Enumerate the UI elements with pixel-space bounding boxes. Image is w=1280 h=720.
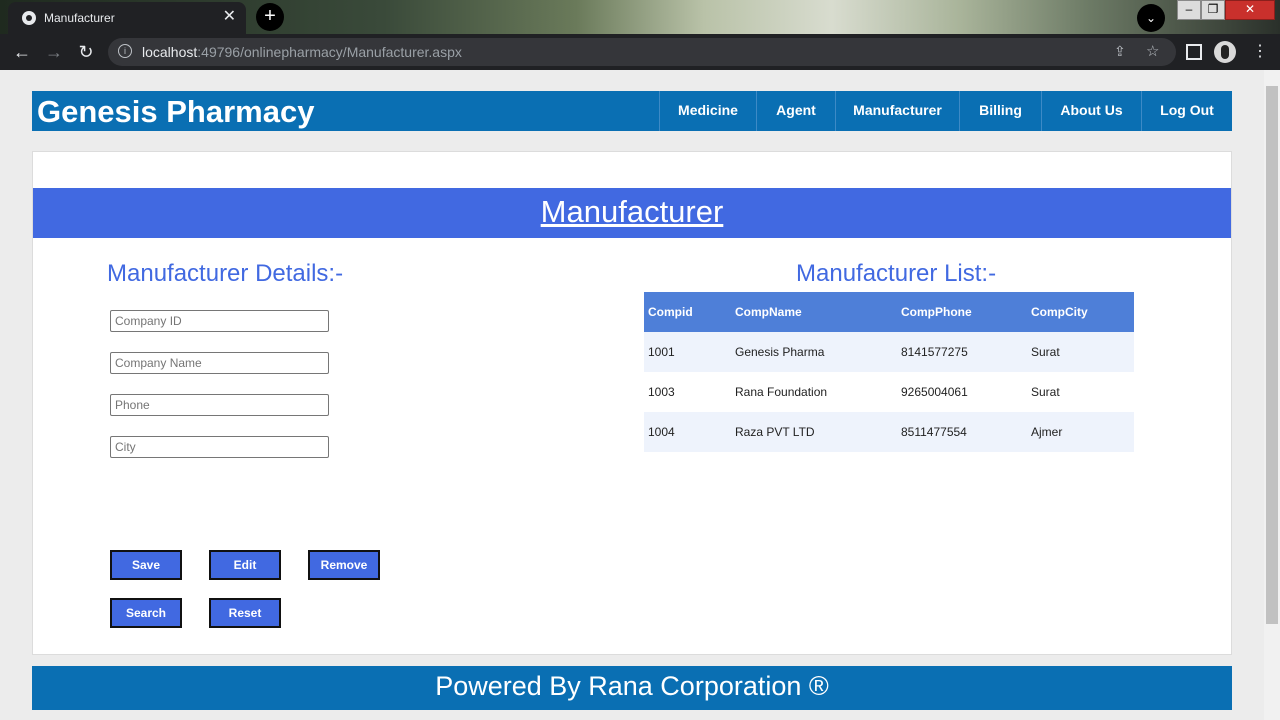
search-button[interactable]: Search: [110, 598, 182, 628]
nav-agent[interactable]: Agent: [756, 91, 835, 131]
nav-menu: Medicine Agent Manufacturer Billing Abou…: [659, 91, 1232, 131]
cell-compcity: Surat: [1027, 332, 1134, 372]
manufacturer-table: Compid CompName CompPhone CompCity 1001 …: [644, 292, 1134, 452]
nav-log-out[interactable]: Log Out: [1141, 91, 1232, 131]
cell-compname: Genesis Pharma: [731, 332, 897, 372]
back-button[interactable]: ←: [12, 42, 32, 62]
nav-manufacturer[interactable]: Manufacturer: [835, 91, 959, 131]
page-banner: Manufacturer: [33, 188, 1231, 238]
forward-button[interactable]: →: [44, 42, 64, 62]
details-title: Manufacturer Details:-: [107, 260, 344, 287]
bookmark-star-icon[interactable]: ☆: [1146, 42, 1159, 60]
browser-menu-button[interactable]: ⋮: [1252, 42, 1268, 62]
scrollbar-thumb[interactable]: [1266, 86, 1278, 624]
company-id-input[interactable]: [110, 310, 329, 332]
address-bar[interactable]: i localhost:49796/onlinepharmacy/Manufac…: [108, 38, 1176, 66]
reset-button[interactable]: Reset: [209, 598, 281, 628]
site-footer: Powered By Rana Corporation ®: [32, 666, 1232, 710]
new-tab-button[interactable]: +: [256, 3, 284, 31]
close-tab-icon[interactable]: ✕: [223, 8, 236, 26]
table-row[interactable]: 1004 Raza PVT LTD 8511477554 Ajmer: [644, 412, 1134, 452]
cell-compname: Raza PVT LTD: [731, 412, 897, 452]
window-close-button[interactable]: ✕: [1225, 0, 1275, 20]
main-card: Manufacturer Manufacturer Details:- Save…: [32, 151, 1232, 655]
browser-toolbar: ← → ↻ i localhost:49796/onlinepharmacy/M…: [0, 34, 1280, 70]
cell-compid: 1001: [644, 332, 731, 372]
minimize-button[interactable]: –: [1177, 0, 1201, 20]
nav-medicine[interactable]: Medicine: [659, 91, 756, 131]
globe-icon: [22, 11, 36, 25]
url-text: localhost:49796/onlinepharmacy/Manufactu…: [142, 44, 462, 60]
brand-title[interactable]: Genesis Pharmacy: [37, 94, 314, 130]
table-header-row: Compid CompName CompPhone CompCity: [644, 292, 1134, 332]
profile-avatar[interactable]: [1214, 41, 1236, 63]
header-compcity: CompCity: [1027, 292, 1134, 332]
cell-compcity: Surat: [1031, 385, 1060, 399]
cell-compphone: 9265004061: [901, 385, 968, 399]
header-compphone: CompPhone: [897, 292, 1027, 332]
nav-about-us[interactable]: About Us: [1041, 91, 1141, 131]
browser-tab-strip: Manufacturer ✕ + ⌄ – ❐ ✕: [0, 0, 1280, 34]
tab-search-button[interactable]: ⌄: [1137, 4, 1165, 32]
table-row[interactable]: 1003 Rana Foundation 9265004061 Surat: [644, 372, 1134, 412]
tab-title: Manufacturer: [44, 11, 115, 25]
phone-input[interactable]: [110, 394, 329, 416]
cell-compname: Rana Foundation: [735, 385, 828, 399]
company-name-input[interactable]: [110, 352, 329, 374]
cell-compid: 1003: [648, 385, 675, 399]
cell-compcity: Ajmer: [1027, 412, 1134, 452]
header-compname: CompName: [731, 292, 897, 332]
remove-button[interactable]: Remove: [308, 550, 380, 580]
cell-compphone: 8141577275: [897, 332, 1027, 372]
list-title: Manufacturer List:-: [796, 260, 997, 287]
browser-tab[interactable]: Manufacturer ✕: [8, 2, 246, 34]
page-scrollbar[interactable]: [1264, 70, 1280, 720]
save-button[interactable]: Save: [110, 550, 182, 580]
header-compid: Compid: [644, 292, 731, 332]
table-row[interactable]: 1001 Genesis Pharma 8141577275 Surat: [644, 332, 1134, 372]
cell-compphone: 8511477554: [897, 412, 1027, 452]
info-icon[interactable]: i: [118, 44, 132, 58]
cell-compid: 1004: [644, 412, 731, 452]
nav-billing[interactable]: Billing: [959, 91, 1041, 131]
edit-button[interactable]: Edit: [209, 550, 281, 580]
share-icon[interactable]: ⇪: [1114, 43, 1126, 60]
page-title: Manufacturer: [540, 194, 724, 229]
maximize-button[interactable]: ❐: [1201, 0, 1225, 20]
site-navbar: Genesis Pharmacy Medicine Agent Manufact…: [32, 91, 1232, 131]
city-input[interactable]: [110, 436, 329, 458]
extension-icon[interactable]: [1186, 44, 1202, 60]
reload-button[interactable]: ↻: [76, 42, 96, 62]
